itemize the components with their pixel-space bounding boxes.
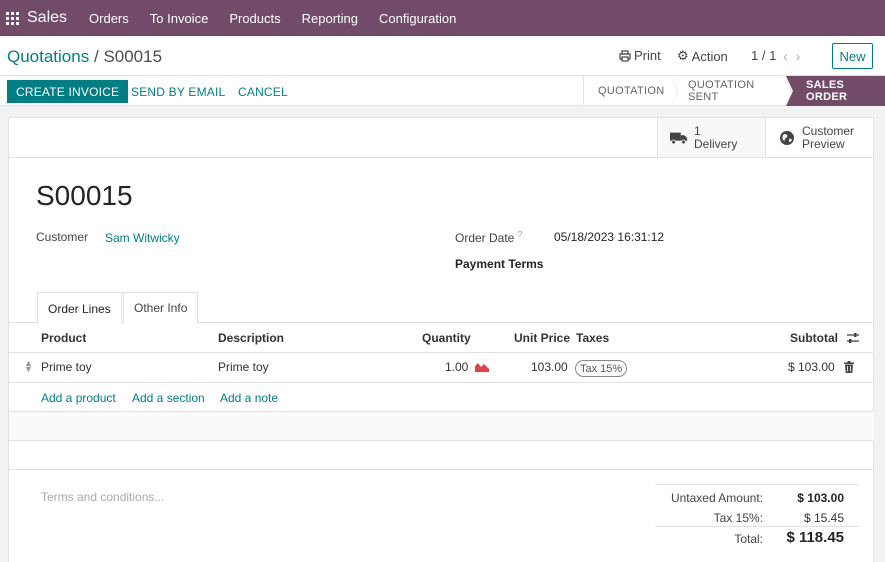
stage-quotation-label: QUOTATION (598, 85, 665, 97)
chevron-right-icon[interactable]: › (796, 48, 809, 64)
table-bottom-divider (9, 469, 874, 470)
stage-quotation-sent[interactable]: QUOTATION SENT (672, 76, 792, 106)
record-title: S00015 (36, 180, 133, 211)
breadcrumb-quotations[interactable]: Quotations (7, 47, 89, 66)
breadcrumb: Quotations / S00015 (7, 47, 162, 67)
new-button[interactable]: New (832, 43, 873, 69)
tab-order-lines[interactable]: Order Lines (37, 292, 122, 324)
cancel-button[interactable]: CANCEL (238, 85, 288, 99)
add-note-link[interactable]: Add a note (220, 391, 278, 405)
row-product[interactable]: Prime toy (41, 360, 92, 374)
menu-configuration[interactable]: Configuration (379, 11, 456, 26)
delivery-count: 1 (694, 123, 701, 138)
customer-field[interactable]: Sam Witwicky (105, 231, 180, 245)
terms-and-conditions-input[interactable]: Terms and conditions... (41, 490, 164, 504)
menu-reporting[interactable]: Reporting (302, 11, 358, 26)
preview-line-2: Preview (802, 136, 845, 151)
drag-handle-icon[interactable]: ▲ ▼ (24, 359, 33, 374)
row-description[interactable]: Prime toy (218, 360, 269, 374)
optional-columns-icon[interactable] (846, 332, 860, 344)
app-name[interactable]: Sales (27, 9, 67, 27)
action-label: Action (691, 48, 728, 64)
print-button[interactable]: Print (619, 48, 661, 63)
print-label: Print (634, 48, 661, 63)
send-by-email-button[interactable]: SEND BY EMAIL (131, 85, 225, 99)
stage-quotation[interactable]: QUOTATION (584, 76, 678, 106)
menu-orders[interactable]: Orders (89, 11, 129, 26)
column-header-subtotal[interactable]: Subtotal (790, 331, 838, 345)
tax-badge[interactable]: Tax 15% (575, 360, 628, 377)
tab-other-info[interactable]: Other Info (123, 292, 199, 323)
pager-value[interactable]: 1 / 1 (751, 48, 776, 63)
column-header-description[interactable]: Description (218, 331, 284, 345)
header-divider (9, 352, 874, 353)
stage-sales-order-label: SALES ORDER (806, 79, 848, 103)
order-date-field[interactable]: 05/18/2023 16:31:12 (554, 230, 664, 244)
action-button[interactable]: ⚙ Action (677, 48, 728, 64)
customer-label: Customer (36, 230, 89, 244)
apps-menu-icon[interactable] (6, 11, 19, 25)
column-header-unit-price[interactable]: Unit Price (514, 331, 570, 345)
totals-top-divider (655, 484, 859, 485)
tax-value: $ 15.45 (803, 511, 844, 525)
row-subtotal: $ 103.00 (788, 360, 835, 374)
smart-button-box: 1 Delivery Customer Preview (9, 118, 874, 158)
form-sheet: 1 Delivery Customer Preview S00015 Custo… (8, 117, 874, 562)
breadcrumb-current: S00015 (103, 47, 163, 66)
untaxed-amount-value: $ 103.00 (797, 491, 844, 505)
untaxed-amount-label: Untaxed Amount: (670, 491, 763, 505)
order-date-label: Order Date ? (455, 230, 522, 245)
printer-icon (619, 49, 631, 62)
status-stages: QUOTATION QUOTATION SENT SALES ORDER (583, 76, 885, 106)
total-value: $ 118.45 (786, 529, 844, 546)
stage-sales-order[interactable]: SALES ORDER (786, 76, 885, 106)
stage-quotation-sent-label: QUOTATION SENT (688, 79, 755, 103)
row-unit-price[interactable]: 103.00 (531, 360, 568, 374)
create-invoice-button[interactable]: CREATE INVOICE (7, 80, 129, 103)
column-header-taxes[interactable]: Taxes (576, 331, 609, 345)
notebook-tabs: Order Lines Other Info (9, 292, 874, 324)
delivery-label: Delivery (694, 136, 738, 151)
totals-divider (655, 526, 859, 527)
gear-icon: ⚙ (677, 48, 689, 63)
trash-icon[interactable] (844, 361, 854, 373)
total-label: Total: (734, 532, 763, 546)
forecast-chart-icon[interactable] (475, 361, 489, 372)
preview-line-1: Customer (802, 123, 855, 138)
control-panel: Quotations / S00015 Print ⚙ Action 1 / 1… (0, 36, 885, 76)
globe-icon (780, 130, 794, 145)
delivery-smart-button[interactable]: 1 Delivery (657, 118, 765, 157)
payment-terms-label: Payment Terms (455, 257, 544, 271)
chevron-left-icon[interactable]: ‹ (783, 48, 796, 64)
menu-products[interactable]: Products (229, 11, 280, 26)
top-navbar: Sales Orders To Invoice Products Reporti… (0, 0, 885, 36)
column-header-quantity[interactable]: Quantity (422, 331, 471, 345)
add-product-link[interactable]: Add a product (41, 391, 116, 405)
row-divider (9, 440, 874, 441)
statusbar: CREATE INVOICE SEND BY EMAIL CANCEL QUOT… (0, 76, 885, 106)
customer-preview-smart-button[interactable]: Customer Preview (765, 118, 874, 157)
pager-arrows: ‹› (783, 48, 808, 64)
row-divider (9, 382, 874, 383)
help-tooltip-icon[interactable]: ? (518, 230, 522, 239)
tax-label: Tax 15%: (713, 511, 763, 525)
breadcrumb-separator: / (93, 47, 99, 66)
menu-to-invoice[interactable]: To Invoice (150, 11, 209, 26)
row-quantity[interactable]: 1.00 (445, 360, 468, 374)
truck-icon (670, 132, 688, 144)
column-header-product[interactable]: Product (41, 331, 86, 345)
add-section-link[interactable]: Add a section (132, 391, 205, 405)
empty-row (9, 412, 874, 440)
order-date-label-text: Order Date (455, 231, 515, 245)
